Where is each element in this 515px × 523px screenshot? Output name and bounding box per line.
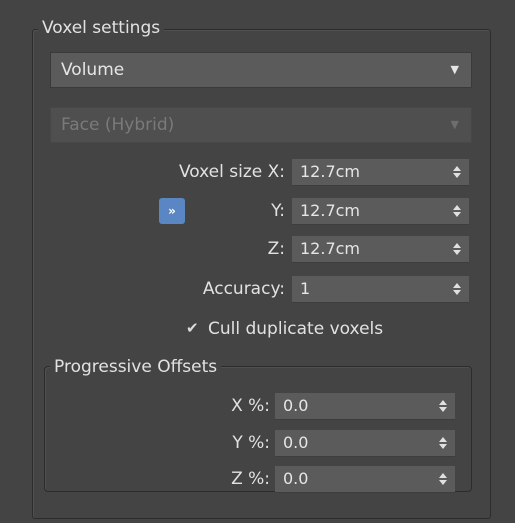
spinner-arrows-icon[interactable]: [453, 276, 461, 302]
spinner-arrows-icon[interactable]: [439, 466, 447, 492]
accuracy-value: 1: [300, 279, 311, 298]
accuracy-label: Accuracy:: [202, 279, 285, 299]
offset-x-spinner[interactable]: 0.0: [275, 393, 455, 420]
accuracy-spinner[interactable]: 1: [292, 276, 469, 303]
spinner-arrows-icon[interactable]: [439, 430, 447, 456]
spinner-arrows-icon[interactable]: [453, 198, 461, 224]
face-dropdown: Face (Hybrid) ▼: [50, 107, 472, 143]
voxel-settings-title: Voxel settings: [38, 16, 165, 40]
cull-duplicates-label: Cull duplicate voxels: [208, 319, 384, 339]
chevron-down-icon: ▼: [450, 63, 459, 76]
voxel-size-x-label: Voxel size X:: [178, 162, 285, 182]
voxel-size-y-label: Y:: [271, 201, 285, 221]
offset-x-value: 0.0: [283, 396, 309, 415]
spinner-arrows-icon[interactable]: [453, 236, 461, 262]
spinner-arrows-icon[interactable]: [439, 393, 447, 419]
offset-y-spinner[interactable]: 0.0: [275, 430, 455, 457]
checkmark-icon[interactable]: ✔: [186, 319, 199, 337]
face-dropdown-value: Face (Hybrid): [61, 115, 175, 135]
offset-z-label: Z %:: [231, 469, 270, 489]
spinner-arrows-icon[interactable]: [453, 159, 461, 185]
offset-z-spinner[interactable]: 0.0: [275, 466, 455, 493]
voxel-size-y-value: 12.7cm: [300, 201, 361, 220]
lock-proportions-button[interactable]: »: [159, 198, 185, 224]
double-chevron-right-icon: »: [168, 204, 176, 218]
voxel-size-z-spinner[interactable]: 12.7cm: [292, 236, 469, 263]
offset-z-value: 0.0: [283, 469, 309, 488]
voxel-size-z-label: Z:: [267, 239, 285, 259]
progressive-offsets-title: Progressive Offsets: [50, 355, 222, 379]
offset-x-label: X %:: [231, 396, 270, 416]
voxel-size-z-value: 12.7cm: [300, 239, 361, 258]
chevron-down-icon: ▼: [450, 118, 459, 131]
offset-y-value: 0.0: [283, 433, 309, 452]
mode-dropdown-value: Volume: [61, 60, 125, 80]
offset-y-label: Y %:: [232, 433, 270, 453]
voxel-size-x-spinner[interactable]: 12.7cm: [292, 159, 469, 186]
voxel-size-y-spinner[interactable]: 12.7cm: [292, 198, 469, 225]
mode-dropdown[interactable]: Volume ▼: [50, 52, 472, 88]
voxel-size-x-value: 12.7cm: [300, 162, 361, 181]
